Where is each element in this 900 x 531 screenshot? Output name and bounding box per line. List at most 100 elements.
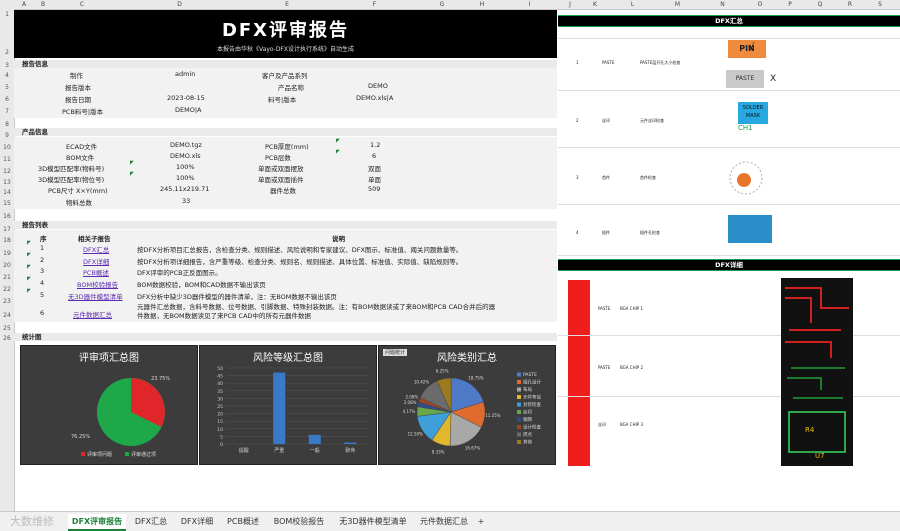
cell-flag-icon: ◤ xyxy=(27,288,31,294)
y-tick-label: 30 xyxy=(217,396,223,402)
tab-dfx-summary[interactable]: DFX汇总 xyxy=(130,514,172,529)
row-header[interactable]: 18 xyxy=(0,237,14,244)
product-value[interactable]: 双面 xyxy=(368,163,381,173)
col-header[interactable]: P xyxy=(775,0,805,9)
pie-label: 8.33% xyxy=(432,449,445,454)
col-header[interactable]: N xyxy=(700,0,745,9)
chart-review-summary[interactable]: 评审项汇总图 23.75% 76.25% 评审项问题 评审通过项 xyxy=(20,345,198,465)
tab-no-3d-models[interactable]: 无3D器件模型清单 xyxy=(334,514,412,529)
col-header[interactable]: B xyxy=(34,0,52,9)
row-header[interactable]: 1 xyxy=(0,11,14,18)
row-header[interactable]: 14 xyxy=(0,189,14,196)
row-header[interactable]: 20 xyxy=(0,262,14,269)
row-header[interactable]: 9 xyxy=(0,132,14,139)
tab-dfx-detail[interactable]: DFX详细 xyxy=(176,514,218,529)
product-value[interactable]: 509 xyxy=(368,185,380,193)
row-header[interactable]: 24 xyxy=(0,312,14,319)
grid-line xyxy=(558,255,900,256)
list-desc: 元器件汇总数据，含料号数据、位号数据、引脚数据、特殊封装数据。注：有BOM数据读… xyxy=(137,303,496,320)
info-value[interactable]: DEMO|A xyxy=(175,106,201,114)
tab-component-summary[interactable]: 元件数据汇总 xyxy=(416,514,472,529)
info-value[interactable]: DEMO.xls|A xyxy=(356,94,393,102)
legend-swatch xyxy=(517,387,521,392)
link-component-summary[interactable]: 元件数据汇总 xyxy=(73,309,112,319)
row-header[interactable]: 11 xyxy=(0,156,14,163)
col-header[interactable]: H xyxy=(462,0,502,9)
bar[interactable] xyxy=(344,442,357,444)
link-pcb-overview[interactable]: PCB概述 xyxy=(83,267,109,277)
col-header[interactable]: F xyxy=(327,0,422,9)
chart-risk-level[interactable]: 风险等级汇总图 50 45 40 35 30 25 20 15 10 5 0 提醒 严重 一般 致命 xyxy=(199,345,377,465)
list-header-name: 相关子报告 xyxy=(78,235,111,243)
col-header[interactable]: L xyxy=(610,0,655,9)
product-value[interactable]: 33 xyxy=(182,197,190,205)
tab-bom-check[interactable]: BOM校验报告 xyxy=(268,514,330,529)
row-header[interactable]: 6 xyxy=(0,96,14,103)
info-value[interactable]: 2023-08-15 xyxy=(167,94,205,102)
detail-row-ref: BGA CHIP 2 xyxy=(620,365,643,370)
tab-dfx-report[interactable]: DFX评审报告 xyxy=(68,514,126,531)
col-header[interactable]: C xyxy=(52,0,112,9)
col-header[interactable]: K xyxy=(580,0,610,9)
col-header[interactable]: E xyxy=(247,0,327,9)
product-value[interactable]: 100% xyxy=(176,163,195,171)
legend-swatch xyxy=(517,432,521,437)
row-header[interactable]: 5 xyxy=(0,84,14,91)
product-value[interactable]: DEMO.xls xyxy=(170,152,201,160)
row-header[interactable]: 8 xyxy=(0,121,14,128)
product-value[interactable]: DEMO.tgz xyxy=(170,141,202,149)
link-dfx-summary[interactable]: DFX汇总 xyxy=(83,244,109,254)
info-value[interactable]: DEMO xyxy=(368,82,388,90)
col-header[interactable]: D xyxy=(112,0,247,9)
legend-swatch xyxy=(517,440,521,444)
row-header[interactable]: 13 xyxy=(0,179,14,186)
row-header[interactable]: 22 xyxy=(0,286,14,293)
row-header[interactable]: 16 xyxy=(0,213,14,220)
pcb-label: U7 xyxy=(815,452,825,460)
summary-row-no: 4 xyxy=(576,230,579,235)
col-header[interactable]: S xyxy=(865,0,895,9)
right-preview-pane: DFX汇总 PIN √ PASTE X SOLDER MASK CH1 1 PA… xyxy=(558,10,900,510)
product-value[interactable]: 100% xyxy=(176,174,195,182)
pin-icon: PIN xyxy=(728,40,766,58)
col-header[interactable]: I xyxy=(502,0,557,9)
row-header[interactable]: 2 xyxy=(0,49,14,56)
product-label: 物料总数 xyxy=(66,199,92,207)
col-header[interactable]: Q xyxy=(805,0,835,9)
row-header[interactable]: 7 xyxy=(0,108,14,115)
chart-risk-category[interactable]: 风险类别汇总 问题统计 18.75% 11.25% 16.67% 8.33% 12.50… xyxy=(378,345,556,465)
row-header[interactable]: 15 xyxy=(0,200,14,207)
col-header[interactable]: M xyxy=(655,0,700,9)
col-header[interactable]: G xyxy=(422,0,462,9)
row-header[interactable]: 3 xyxy=(0,62,14,69)
risk-pie-chart: 18.75% 11.25% 16.67% 8.33% 12.50% 4.17% 2.08%2… xyxy=(403,368,542,454)
bar[interactable] xyxy=(273,372,286,444)
col-header[interactable]: A xyxy=(14,0,34,9)
product-label: 3D模型匹配率(物位号) xyxy=(38,176,105,184)
col-header[interactable]: J xyxy=(560,0,580,9)
row-header[interactable]: 17 xyxy=(0,226,14,233)
row-header[interactable]: 12 xyxy=(0,168,14,175)
row-header[interactable]: 10 xyxy=(0,144,14,151)
product-value[interactable]: 单面 xyxy=(368,174,381,184)
row-header[interactable]: 4 xyxy=(0,72,14,79)
link-dfx-detail[interactable]: DFX详细 xyxy=(83,256,109,266)
col-header[interactable]: O xyxy=(745,0,775,9)
row-header[interactable]: 25 xyxy=(0,325,14,332)
col-header[interactable]: R xyxy=(835,0,865,9)
link-bom-check[interactable]: BOM校验报告 xyxy=(77,279,118,289)
add-sheet-button[interactable]: + xyxy=(474,514,488,529)
link-no-3d-models[interactable]: 无3D器件模型清单 xyxy=(68,291,123,301)
product-value[interactable]: 6 xyxy=(372,152,376,160)
tab-pcb-overview[interactable]: PCB概述 xyxy=(222,514,264,529)
row-header[interactable]: 23 xyxy=(0,298,14,305)
watermark: 大数维修 xyxy=(10,515,54,528)
summary-row-cat: 插件 xyxy=(602,230,610,235)
row-header[interactable]: 26 xyxy=(0,335,14,342)
row-header[interactable]: 21 xyxy=(0,274,14,281)
product-value[interactable]: 245.11x219.71 xyxy=(160,185,209,193)
product-value[interactable]: 1.2 xyxy=(370,141,380,149)
row-header[interactable]: 19 xyxy=(0,250,14,257)
bar[interactable] xyxy=(308,434,321,444)
info-value[interactable]: admin xyxy=(175,70,195,78)
